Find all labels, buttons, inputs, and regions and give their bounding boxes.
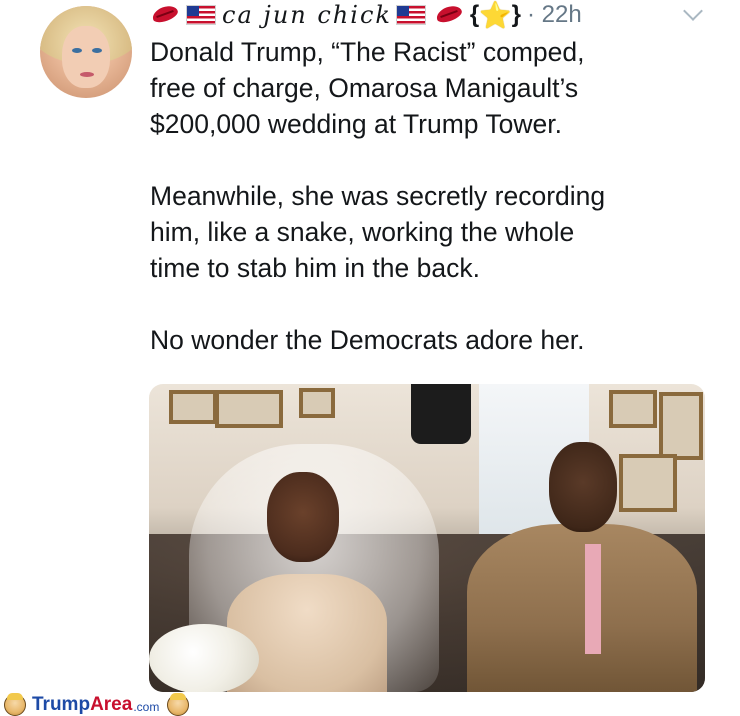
bouquet: [149, 624, 259, 692]
profile-avatar[interactable]: [40, 6, 132, 98]
star-icon: ⭐: [479, 0, 512, 30]
avatar-lips: [80, 72, 94, 77]
brace-open: {: [469, 1, 480, 28]
wall-frame: [609, 390, 657, 428]
watermark-trump: Trump: [32, 693, 91, 715]
tweet-text: Donald Trump, “The Racist” comped, free …: [150, 34, 720, 358]
groom-suit: [467, 524, 697, 692]
watermark-com: .com: [133, 700, 160, 714]
avatar-eye: [92, 48, 102, 53]
lamp: [411, 384, 471, 444]
tweet-photo[interactable]: [149, 384, 705, 692]
groom-tie: [585, 544, 601, 654]
tweet-header: ca jun chick { ⭐ } · 22h: [150, 0, 582, 30]
groom-head: [549, 442, 617, 532]
tweet-timestamp[interactable]: · 22h: [527, 1, 582, 29]
us-flag-icon: [395, 5, 426, 25]
wall-frame: [619, 454, 677, 512]
chevron-down-icon[interactable]: [683, 1, 703, 21]
watermark-area: Area: [90, 693, 133, 715]
lips-icon: [434, 5, 464, 25]
wall-frame: [659, 392, 703, 460]
brace-close: }: [511, 1, 521, 28]
lips-icon: [150, 5, 180, 25]
watermark-footer: Trump Area .com: [0, 692, 740, 716]
wall-frame: [215, 390, 283, 428]
tweet-paragraph: Meanwhile, she was secretly recording hi…: [150, 181, 606, 283]
tweet-paragraph: Donald Trump, “The Racist” comped, free …: [150, 37, 585, 139]
logo-icon: [4, 692, 26, 716]
avatar-eye: [72, 48, 82, 53]
display-name[interactable]: ca jun chick: [222, 1, 392, 29]
wall-frame: [299, 388, 335, 418]
tweet-paragraph: No wonder the Democrats adore her.: [150, 325, 585, 355]
wall-frame: [169, 390, 217, 424]
bride-head: [267, 472, 339, 562]
avatar-face: [62, 26, 110, 88]
logo-icon: [167, 692, 190, 716]
us-flag-icon: [186, 5, 216, 25]
